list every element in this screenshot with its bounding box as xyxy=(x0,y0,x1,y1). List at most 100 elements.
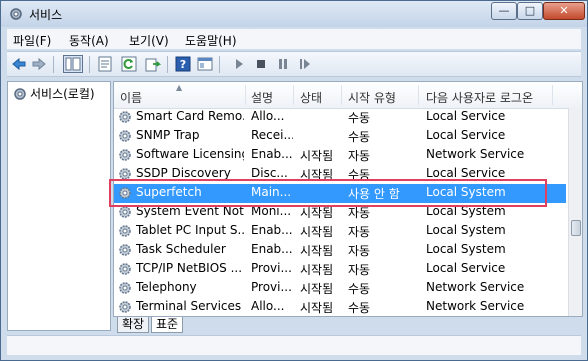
service-status: 시작됨 xyxy=(300,168,334,182)
service-gear-icon xyxy=(119,206,131,218)
service-status: 시작됨 xyxy=(300,263,334,277)
refresh-icon[interactable] xyxy=(121,56,137,72)
service-name: Tablet PC Input S... xyxy=(136,223,244,237)
service-startup-type: 수동 xyxy=(348,130,371,144)
export-icon[interactable] xyxy=(145,56,161,72)
pause-icon[interactable] xyxy=(275,56,291,72)
toolbar-separator xyxy=(219,56,220,73)
service-status: 시작됨 xyxy=(300,206,334,220)
column-divider[interactable] xyxy=(293,85,294,105)
help-icon[interactable]: ? xyxy=(175,56,191,72)
service-log-on-as: Local System xyxy=(426,185,506,199)
tree-pane: 서비스(로컬) xyxy=(7,81,111,331)
service-log-on-as: Local System xyxy=(426,242,506,256)
service-log-on-as: Network Service xyxy=(426,147,525,161)
service-gear-icon xyxy=(119,263,131,275)
service-log-on-as: Network Service xyxy=(426,299,525,313)
column-header-log-on-as[interactable]: 다음 사용자로 로그온 xyxy=(426,89,533,106)
close-button[interactable]: ✕ xyxy=(543,2,585,20)
toolbar-separator xyxy=(53,56,54,73)
service-startup-type: 수동 xyxy=(348,111,371,125)
service-log-on-as: Local Service xyxy=(426,166,506,180)
service-gear-icon xyxy=(119,187,131,199)
tab-standard[interactable]: 표준 xyxy=(151,317,184,333)
show-tree-icon[interactable] xyxy=(63,55,83,73)
service-log-on-as: Local Service xyxy=(426,261,506,275)
column-header-description[interactable]: 설명 xyxy=(251,89,273,106)
service-description: Provi... xyxy=(251,280,292,294)
table-row[interactable]: SNMP Trap Recei... 수동 Local Service xyxy=(114,127,566,146)
table-row-selected[interactable]: Superfetch Main... 사용 안 함 Local System xyxy=(114,184,566,203)
status-bar xyxy=(7,335,581,355)
service-gear-icon xyxy=(119,282,131,294)
scrollbar-thumb[interactable] xyxy=(571,220,581,236)
maximize-button[interactable]: □ xyxy=(517,2,543,20)
service-name: Smart Card Remo... xyxy=(136,109,244,123)
menu-help[interactable]: 도움말(H) xyxy=(185,32,237,49)
tree-item-services-local[interactable]: 서비스(로컬) xyxy=(30,85,95,102)
table-row[interactable]: Terminal Services Allo... 시작됨 수동 Network Ser… xyxy=(114,298,566,316)
table-row[interactable]: Software Licensing Enab... 시작됨 자동 Network Se… xyxy=(114,146,566,165)
svg-text:?: ? xyxy=(180,58,186,71)
window-title: 서비스 xyxy=(29,8,63,22)
service-description: Enab... xyxy=(251,147,293,161)
column-header-name[interactable]: 이름 xyxy=(120,89,142,106)
table-row[interactable]: System Event Not... Moni... 시작됨 자동 Local Sys… xyxy=(114,203,566,222)
sort-ascending-icon: ▲ xyxy=(176,83,183,92)
table-row[interactable]: SSDP Discovery Disc... 시작됨 수동 Local Service xyxy=(114,165,566,184)
service-gear-icon xyxy=(119,111,131,123)
service-gear-icon xyxy=(119,149,131,161)
console-icon[interactable] xyxy=(197,56,213,72)
restart-icon[interactable] xyxy=(297,56,313,72)
service-name: Task Scheduler xyxy=(136,242,226,256)
table-row[interactable]: Telephony Provi... 시작됨 수동 Network Service xyxy=(114,279,566,298)
column-header-status[interactable]: 상태 xyxy=(300,89,322,106)
service-log-on-as: Network Service xyxy=(426,280,525,294)
start-icon[interactable] xyxy=(231,56,247,72)
service-name: TCP/IP NetBIOS ... xyxy=(136,261,243,275)
menu-view[interactable]: 보기(V) xyxy=(129,32,169,49)
toolbar-separator xyxy=(89,56,90,73)
forward-icon[interactable] xyxy=(31,56,47,72)
service-name: SNMP Trap xyxy=(136,128,200,142)
services-gear-icon xyxy=(10,8,22,20)
service-gear-icon xyxy=(119,225,131,237)
table-row[interactable]: Tablet PC Input S... Enab... 시작됨 자동 Local Sy… xyxy=(114,222,566,241)
service-description: Allo... xyxy=(251,299,285,313)
service-description: Disc... xyxy=(251,166,288,180)
properties-icon[interactable] xyxy=(97,56,113,72)
menu-action[interactable]: 동작(A) xyxy=(69,32,109,49)
menu-file[interactable]: 파일(F) xyxy=(13,32,51,49)
service-description: Provi... xyxy=(251,261,292,275)
service-name: SSDP Discovery xyxy=(136,166,231,180)
tab-extended[interactable]: 확장 xyxy=(117,317,150,333)
service-description: Recei... xyxy=(251,128,293,142)
column-header-row: ▲ 이름 설명 상태 시작 유형 다음 사용자로 로그온 xyxy=(114,82,582,109)
service-name: System Event Not... xyxy=(136,204,244,218)
vertical-scrollbar[interactable] xyxy=(568,108,582,316)
service-gear-icon xyxy=(119,244,131,256)
title-bar[interactable]: 서비스 — □ ✕ xyxy=(1,1,587,27)
column-divider[interactable] xyxy=(418,85,419,105)
service-status: 시작됨 xyxy=(300,149,334,163)
table-row[interactable]: Task Scheduler Enab... 시작됨 자동 Local System xyxy=(114,241,566,260)
service-startup-type: 수동 xyxy=(348,168,371,182)
service-startup-type: 자동 xyxy=(348,206,371,220)
table-row[interactable]: TCP/IP NetBIOS ... Provi... 시작됨 자동 Local Ser… xyxy=(114,260,566,279)
service-startup-type: 자동 xyxy=(348,149,371,163)
back-icon[interactable] xyxy=(11,56,27,72)
service-status: 시작됨 xyxy=(300,282,334,296)
minimize-button[interactable]: — xyxy=(491,2,517,20)
service-startup-type: 수동 xyxy=(348,282,371,296)
toolbar: ? xyxy=(7,51,581,77)
column-header-startup-type[interactable]: 시작 유형 xyxy=(348,89,396,106)
service-description: Main... xyxy=(251,185,292,199)
service-startup-type: 사용 안 함 xyxy=(348,187,400,201)
column-divider[interactable] xyxy=(552,85,553,105)
table-row[interactable]: Smart Card Remo... Allo... 수동 Local Service xyxy=(114,108,566,127)
service-startup-type: 수동 xyxy=(348,301,371,315)
service-name: Telephony xyxy=(136,280,197,294)
column-divider[interactable] xyxy=(341,85,342,105)
stop-icon[interactable] xyxy=(253,56,269,72)
column-divider[interactable] xyxy=(245,85,246,105)
